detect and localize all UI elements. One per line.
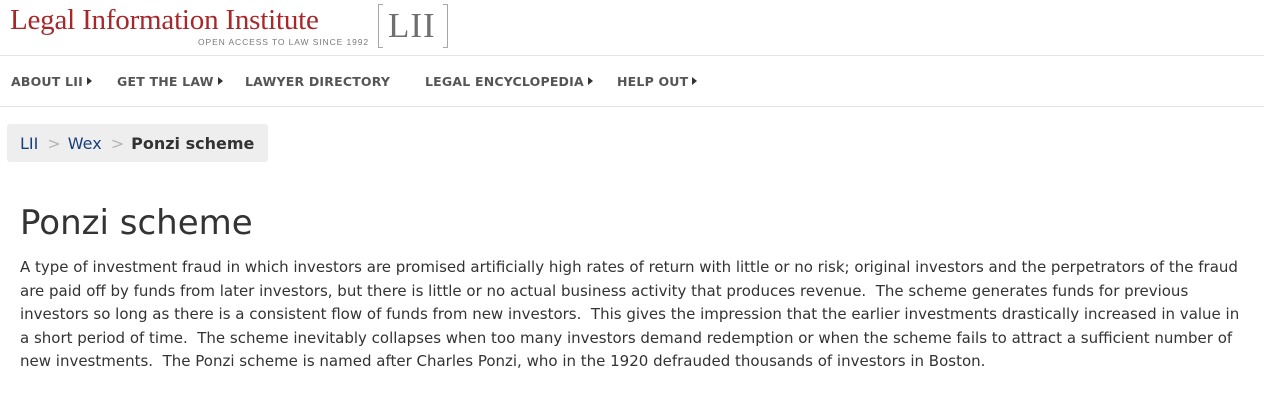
nav-item-label: ABOUT LII <box>11 74 83 89</box>
breadcrumb-current: Ponzi scheme <box>131 133 255 153</box>
logo-mark-text: LII <box>388 6 436 45</box>
breadcrumb-link-wex[interactable]: Wex <box>68 134 102 153</box>
breadcrumb-link-lii[interactable]: LII <box>20 134 38 153</box>
logo-bracket-right <box>443 4 448 48</box>
page-title: Ponzi scheme <box>20 203 253 243</box>
breadcrumb-separator: > <box>110 133 125 153</box>
nav-item-label: LAWYER DIRECTORY <box>245 74 391 89</box>
nav-item-label: HELP OUT <box>617 74 689 89</box>
breadcrumb: LII > Wex > Ponzi scheme <box>7 124 269 162</box>
nav-item-help-out[interactable]: HELP OUT <box>617 74 698 89</box>
nav-item-legal-encyclopedia[interactable]: LEGAL ENCYCLOPEDIA <box>425 74 593 89</box>
nav-item-about-lii[interactable]: ABOUT LII <box>11 74 92 89</box>
definition-text: A type of investment fraud in which inve… <box>20 258 1245 370</box>
site-header: Legal Information Institute OPEN ACCESS … <box>0 0 1264 56</box>
site-logo[interactable]: Legal Information Institute OPEN ACCESS … <box>10 3 368 47</box>
submenu-arrow-icon <box>692 77 698 85</box>
breadcrumb-separator: > <box>47 133 61 153</box>
submenu-arrow-icon <box>217 77 223 85</box>
nav-item-label: LEGAL ENCYCLOPEDIA <box>425 74 584 89</box>
submenu-arrow-icon <box>587 77 593 85</box>
nav-item-lawyer-directory[interactable]: LAWYER DIRECTORY <box>245 74 390 89</box>
site-title[interactable]: Legal Information Institute <box>10 3 319 37</box>
logo-bracket-left <box>378 4 383 48</box>
nav-item-label: GET THE LAW <box>117 74 214 89</box>
submenu-arrow-icon <box>86 77 92 85</box>
main-nav: ABOUT LII GET THE LAW LAWYER DIRECTORY L… <box>0 56 1264 107</box>
nav-item-get-the-law[interactable]: GET THE LAW <box>117 74 223 89</box>
site-tagline: OPEN ACCESS TO LAW SINCE 1992 <box>198 37 369 47</box>
lii-logo-mark[interactable]: LII <box>378 4 448 50</box>
